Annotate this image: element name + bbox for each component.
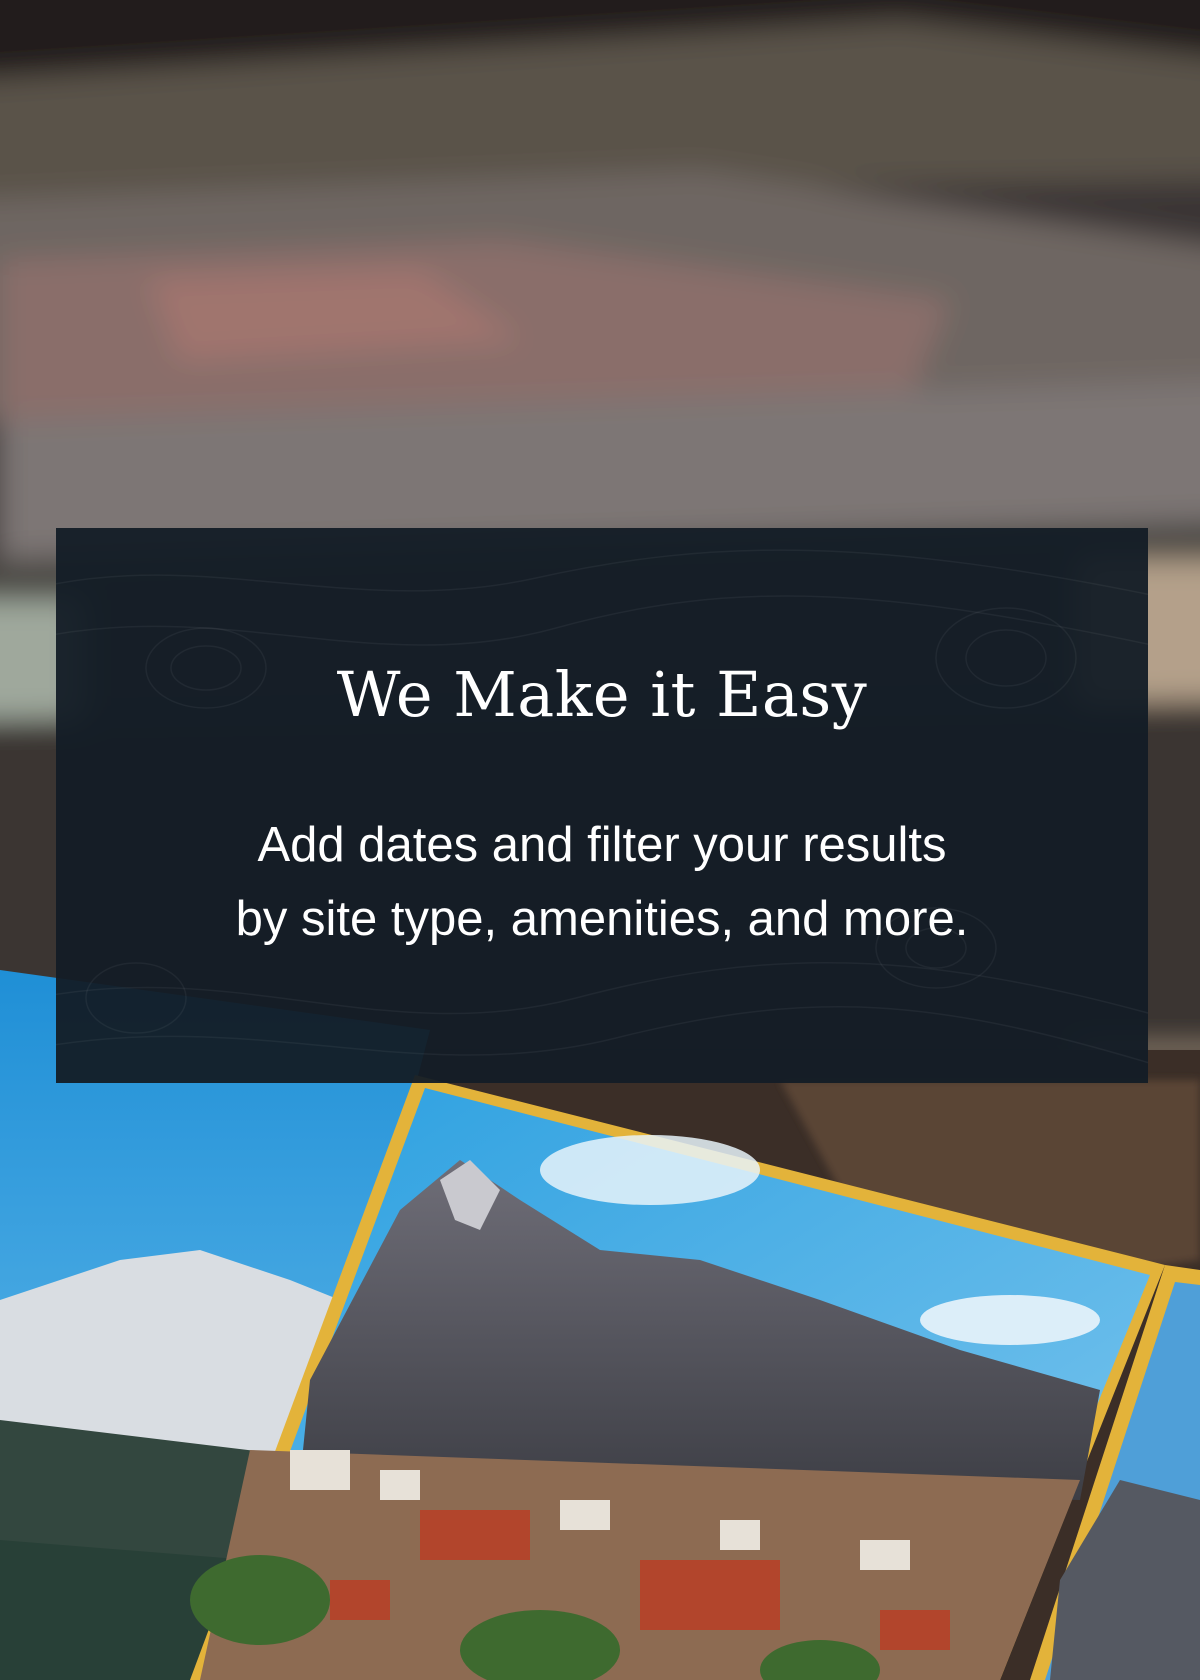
promo-description-line-2: by site type, amenities, and more.: [235, 892, 969, 946]
promo-description-line-1: Add dates and filter your results: [257, 818, 947, 872]
promo-title: We Make it Easy: [336, 658, 868, 731]
topographic-pattern-icon: [56, 549, 1148, 1064]
promo-card: We Make it Easy Add dates and filter you…: [56, 528, 1148, 1083]
onboarding-screen: We Make it Easy Add dates and filter you…: [0, 0, 1200, 1680]
promo-description: Add dates and filter your results by sit…: [116, 808, 1088, 956]
